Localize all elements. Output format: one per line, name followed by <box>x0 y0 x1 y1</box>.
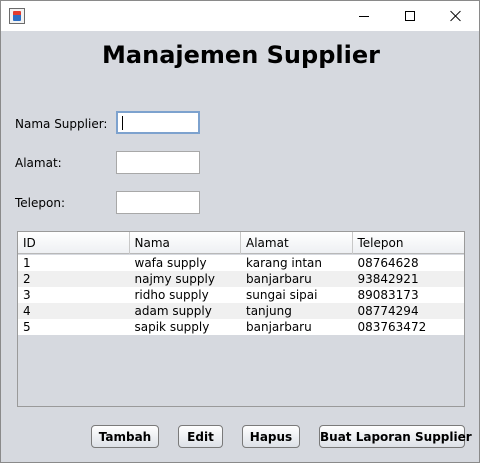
edit-button[interactable]: Edit <box>178 425 223 448</box>
cell-nama: wafa supply <box>134 256 207 270</box>
cell-telepon: 93842921 <box>357 272 419 286</box>
table-row[interactable]: 5 sapik supply banjarbaru 083763472 <box>18 319 464 335</box>
close-button[interactable] <box>433 1 479 31</box>
table-row[interactable]: 4 adam supply tanjung 08774294 <box>18 303 464 319</box>
alamat-input[interactable] <box>117 152 199 173</box>
table-row[interactable]: 3 ridho supply sungai sipai 89083173 <box>18 287 464 303</box>
cell-id: 2 <box>23 272 31 286</box>
cell-telepon: 89083173 <box>357 288 419 302</box>
cell-id: 3 <box>23 288 31 302</box>
app-window: Manajemen Supplier Nama Supplier: Alamat… <box>0 0 480 463</box>
text-caret <box>122 116 123 130</box>
table-row[interactable]: 2 najmy supply banjarbaru 93842921 <box>18 271 464 287</box>
page-title: Manajemen Supplier <box>102 41 380 69</box>
cell-nama: sapik supply <box>134 320 210 334</box>
cell-alamat: banjarbaru <box>246 320 312 334</box>
maximize-icon <box>405 11 415 21</box>
cell-nama: ridho supply <box>134 288 209 302</box>
cell-alamat: sungai sipai <box>246 288 318 302</box>
supplier-table[interactable]: ID Nama Alamat Telepon 1 wafa supply kar… <box>17 231 465 407</box>
cell-alamat: tanjung <box>246 304 292 318</box>
minimize-button[interactable] <box>341 1 387 31</box>
cell-alamat: karang intan <box>246 256 323 270</box>
telepon-label: Telepon: <box>15 196 65 210</box>
column-header-nama[interactable]: Nama <box>130 232 241 254</box>
alamat-field[interactable] <box>116 151 200 174</box>
title-bar[interactable] <box>1 1 479 31</box>
cell-nama: adam supply <box>134 304 212 318</box>
column-header-alamat[interactable]: Alamat <box>241 232 353 254</box>
buat-laporan-supplier-button[interactable]: Buat Laporan Supplier <box>319 425 472 448</box>
cell-id: 4 <box>23 304 31 318</box>
close-icon <box>450 10 462 22</box>
alamat-label: Alamat: <box>15 156 62 170</box>
cell-telepon: 08774294 <box>357 304 419 318</box>
cell-nama: najmy supply <box>134 272 215 286</box>
java-cup-icon <box>9 8 25 24</box>
tambah-button[interactable]: Tambah <box>91 425 159 448</box>
cell-alamat: banjarbaru <box>246 272 312 286</box>
maximize-button[interactable] <box>387 1 433 31</box>
minimize-icon <box>359 15 369 17</box>
telepon-field[interactable] <box>116 191 200 214</box>
hapus-button[interactable]: Hapus <box>242 425 300 448</box>
column-header-id[interactable]: ID <box>18 232 130 254</box>
cell-id: 5 <box>23 320 31 334</box>
nama-supplier-label: Nama Supplier: <box>15 117 108 131</box>
cell-id: 1 <box>23 256 31 270</box>
cell-telepon: 083763472 <box>357 320 427 334</box>
column-header-telepon[interactable]: Telepon <box>353 232 465 254</box>
nama-supplier-input[interactable] <box>118 113 198 132</box>
telepon-input[interactable] <box>117 192 199 213</box>
table-header: ID Nama Alamat Telepon <box>18 232 464 254</box>
table-body: 1 wafa supply karang intan 08764628 2 na… <box>18 255 464 335</box>
nama-supplier-field[interactable] <box>116 111 200 134</box>
cell-telepon: 08764628 <box>357 256 419 270</box>
table-row[interactable]: 1 wafa supply karang intan 08764628 <box>18 255 464 271</box>
